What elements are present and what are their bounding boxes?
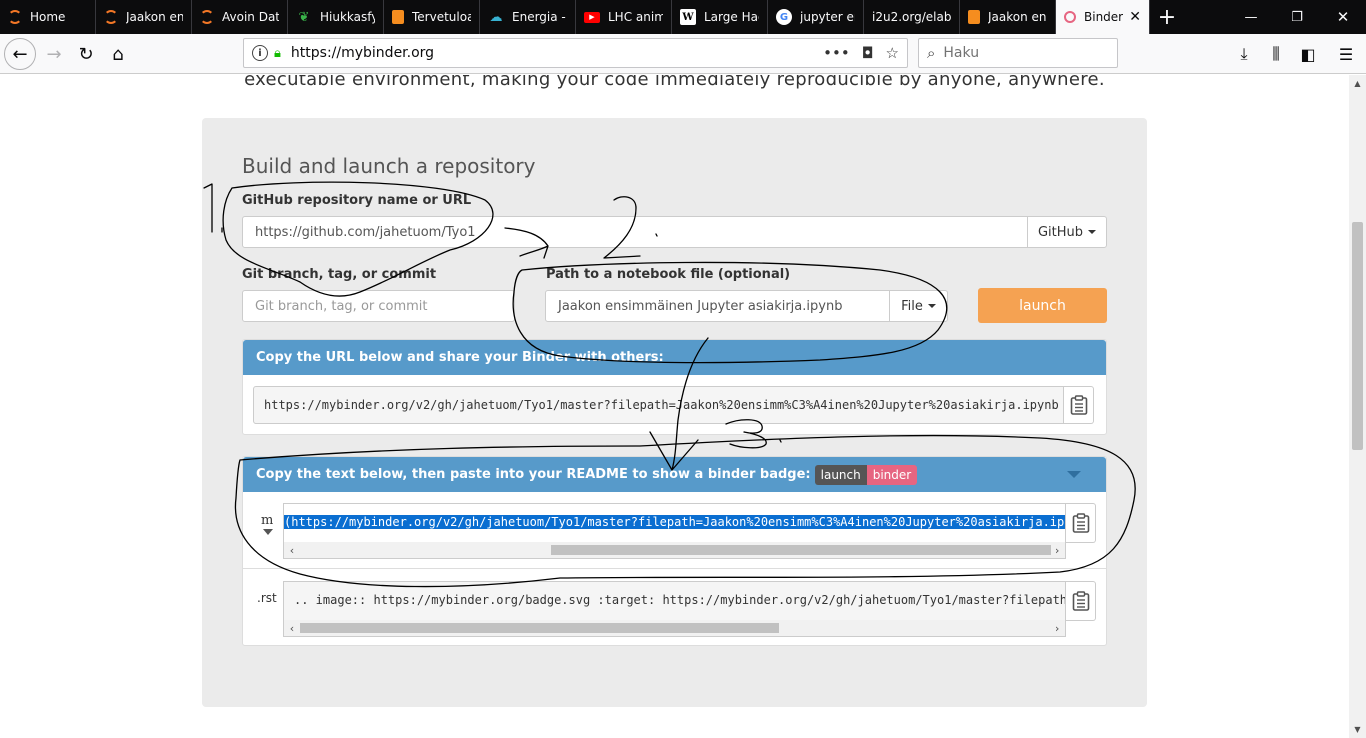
window-close-icon[interactable]: ✕: [1320, 0, 1366, 34]
youtube-icon: ▶: [584, 11, 600, 23]
panel-title: Build and launch a repository: [242, 154, 536, 178]
scroll-thumb[interactable]: [551, 545, 1051, 555]
download-icon[interactable]: ⤓: [1228, 38, 1260, 70]
path-type-dropdown[interactable]: File: [889, 290, 948, 322]
scroll-right-icon[interactable]: ›: [1049, 542, 1065, 558]
jupyter-icon: [8, 10, 22, 24]
scroll-up-icon[interactable]: ▲: [1349, 75, 1366, 92]
share-heading: Copy the URL below and share your Binder…: [243, 340, 1106, 375]
tab-hiukkasfy[interactable]: ❦ Hiukkasfy: [288, 0, 384, 34]
path-input[interactable]: Jaakon ensimmäinen Jupyter asiakirja.ipy…: [545, 290, 890, 322]
tab-i2u2[interactable]: i2u2.org/elab/: [864, 0, 960, 34]
tab-energia[interactable]: ☁Energia - a: [480, 0, 576, 34]
share-url-field[interactable]: https://mybinder.org/v2/gh/jahetuom/Tyo1…: [253, 386, 1064, 424]
scroll-left-icon[interactable]: ‹: [284, 542, 300, 558]
clipboard-icon[interactable]: [1066, 503, 1096, 543]
repo-input[interactable]: https://github.com/jahetuom/Tyo1: [242, 216, 1028, 248]
branch-input[interactable]: Git branch, tag, or commit: [242, 290, 515, 322]
tab-lhc-anim[interactable]: ▶ LHC anim: [576, 0, 672, 34]
leaf-icon: ❦: [298, 9, 310, 25]
page-scrollbar[interactable]: ▲ ▼: [1349, 75, 1366, 738]
page-viewport: executable environment, making your code…: [0, 75, 1349, 738]
navigation-bar: ← → ↻ ⌂ i 🔒︎ https://mybinder.org ••• ◘ …: [0, 34, 1366, 74]
tab-avoin-data[interactable]: Avoin Dat: [192, 0, 288, 34]
scroll-down-icon[interactable]: ▼: [1349, 721, 1366, 738]
page-actions-icon[interactable]: •••: [823, 44, 850, 62]
badge-heading[interactable]: Copy the text below, then paste into you…: [243, 457, 1106, 492]
share-url-box: Copy the URL below and share your Binder…: [242, 339, 1107, 435]
tab-jupyter-google[interactable]: Gjupyter en: [768, 0, 864, 34]
row-divider: [243, 568, 1106, 569]
caret-down-icon: [1088, 230, 1097, 234]
repo-label: GitHub repository name or URL: [242, 193, 472, 208]
scroll-left-icon[interactable]: ‹: [284, 620, 300, 636]
scroll-right-icon[interactable]: ›: [1049, 620, 1065, 636]
binder-icon: [1064, 11, 1076, 23]
tab-bar: Home Jaakon ens Avoin Dat ❦Hiukkasfy Ter…: [0, 0, 1366, 34]
branch-label: Git branch, tag, or commit: [242, 267, 437, 282]
rst-code-box[interactable]: .. image:: https://mybinder.org/badge.sv…: [283, 581, 1066, 637]
restore-icon[interactable]: ❐: [1274, 0, 1320, 34]
provider-dropdown[interactable]: GitHub: [1027, 216, 1107, 248]
rst-code-text[interactable]: .. image:: https://mybinder.org/badge.sv…: [294, 593, 1065, 607]
cloud-icon: ☁: [489, 9, 503, 25]
build-panel: Build and launch a repository GitHub rep…: [202, 118, 1147, 707]
forward-icon[interactable]: →: [38, 38, 70, 70]
search-input[interactable]: ⌕ Haku: [918, 38, 1118, 68]
minimize-icon[interactable]: —: [1228, 0, 1274, 34]
new-tab-icon[interactable]: +: [1150, 0, 1184, 34]
book-icon: [968, 10, 980, 24]
pocket-icon[interactable]: ◘: [862, 44, 874, 62]
rst-hscrollbar[interactable]: ‹ ›: [284, 620, 1065, 636]
wikipedia-icon: W: [680, 9, 696, 25]
collapse-triangle-icon[interactable]: [1067, 471, 1081, 478]
jupyter-icon: [104, 10, 118, 24]
search-icon: ⌕: [927, 44, 936, 62]
markdown-label: m: [261, 513, 274, 528]
address-bar[interactable]: i 🔒︎ https://mybinder.org ••• ◘ ☆: [243, 38, 908, 68]
tab-jaakon-1[interactable]: Jaakon ens: [96, 0, 192, 34]
reload-icon[interactable]: ↻: [70, 38, 102, 70]
scroll-thumb[interactable]: [300, 623, 779, 633]
tab-large-hadron[interactable]: WLarge Had: [672, 0, 768, 34]
markdown-dropdown-icon[interactable]: [263, 529, 273, 535]
clipboard-icon[interactable]: [1066, 581, 1096, 621]
book-icon: [392, 10, 404, 24]
tab-jaakon-2[interactable]: Jaakon ens: [960, 0, 1056, 34]
clipboard-icon[interactable]: [1064, 386, 1094, 424]
rst-label: .rst: [257, 591, 277, 605]
launch-button[interactable]: launch: [978, 288, 1107, 323]
page-scroll-thumb[interactable]: [1352, 222, 1363, 450]
path-label: Path to a notebook file (optional): [546, 267, 791, 282]
intro-text: executable environment, making your code…: [244, 75, 1105, 90]
close-icon[interactable]: ✕: [1123, 9, 1141, 25]
menu-icon[interactable]: ☰: [1330, 38, 1362, 70]
lock-icon: 🔒︎: [274, 45, 281, 61]
jupyter-icon: [200, 10, 214, 24]
url-text[interactable]: https://mybinder.org: [291, 45, 434, 61]
google-icon: G: [776, 9, 792, 25]
binder-badge: launch binder: [814, 464, 918, 485]
library-icon[interactable]: ⫼: [1260, 38, 1292, 70]
bookmark-star-icon[interactable]: ☆: [886, 44, 899, 62]
home-icon[interactable]: ⌂: [102, 38, 134, 70]
back-icon[interactable]: ←: [4, 38, 36, 70]
caret-down-icon: [927, 304, 936, 308]
info-icon[interactable]: i: [252, 45, 268, 61]
tab-binder[interactable]: Binder ✕: [1056, 0, 1150, 34]
sidebar-icon[interactable]: ◧: [1292, 38, 1324, 70]
markdown-code-box[interactable]: (https://mybinder.org/v2/gh/jahetuom/Tyo…: [283, 503, 1066, 559]
markdown-code-text[interactable]: (https://mybinder.org/v2/gh/jahetuom/Tyo…: [284, 515, 1065, 529]
tab-home[interactable]: Home: [0, 0, 96, 34]
badge-box: Copy the text below, then paste into you…: [242, 456, 1107, 646]
markdown-hscrollbar[interactable]: ‹ ›: [284, 542, 1065, 558]
tab-tervetuloa[interactable]: Tervetuloa: [384, 0, 480, 34]
